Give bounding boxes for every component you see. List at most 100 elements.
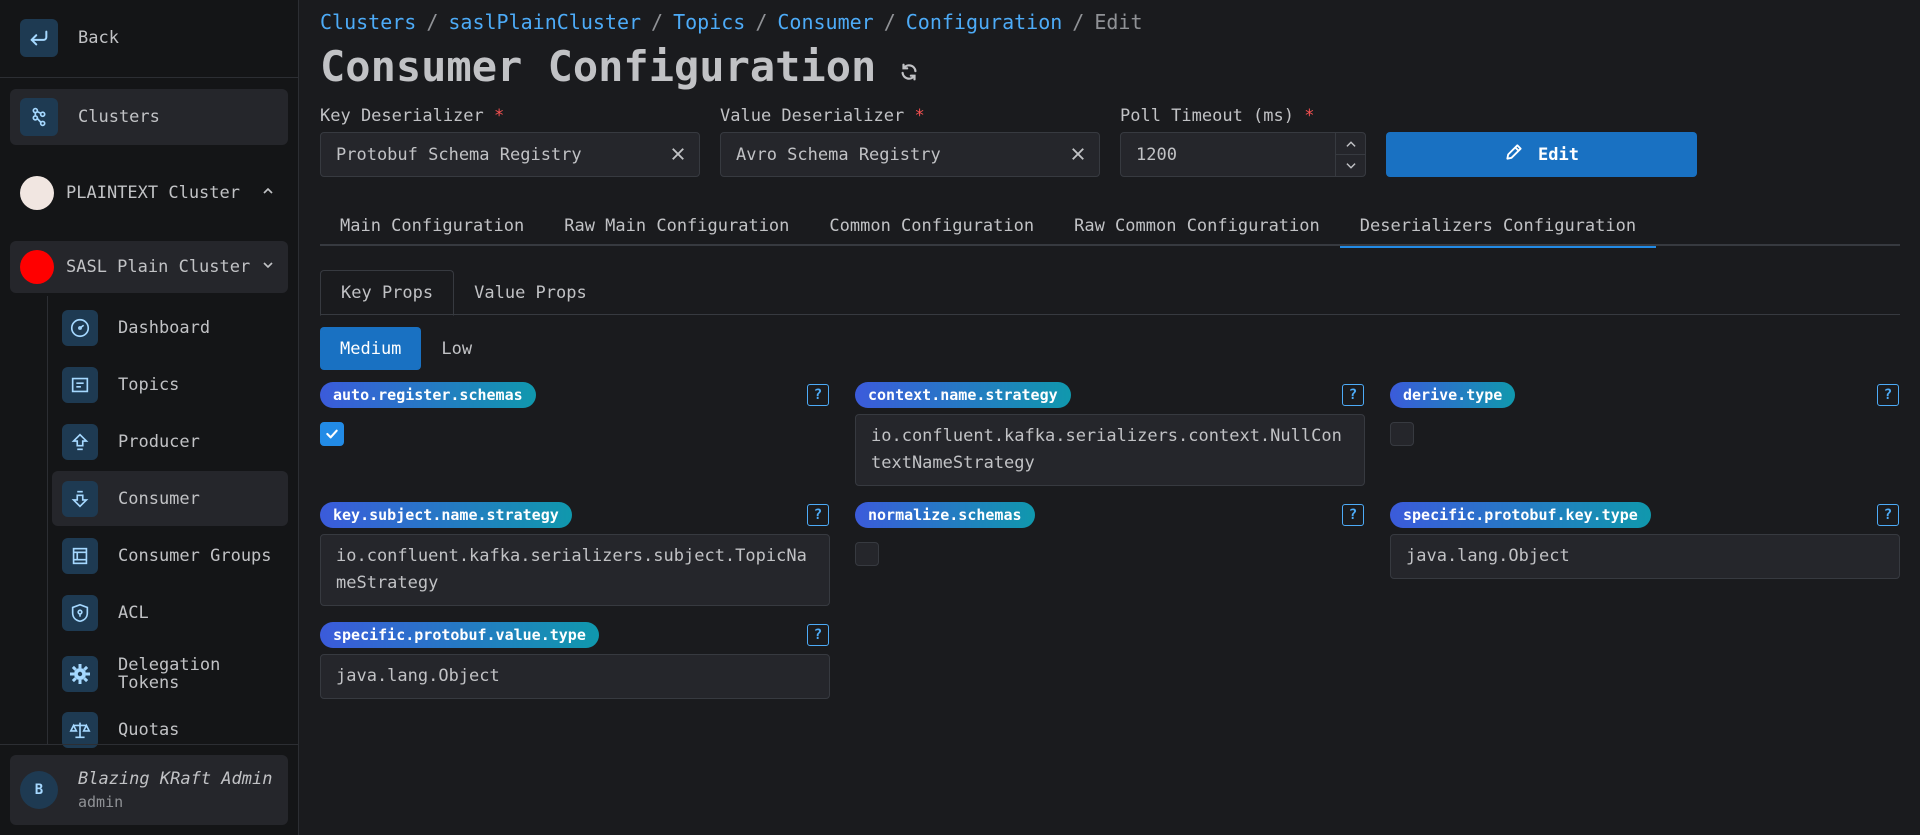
tab-raw-common-configuration[interactable]: Raw Common Configuration xyxy=(1054,206,1340,246)
columns-icon xyxy=(62,537,98,574)
sidebar-item-topics[interactable]: Topics xyxy=(52,357,288,412)
page-title-row: Consumer Configuration xyxy=(320,40,920,93)
breadcrumb-link[interactable]: saslPlainCluster xyxy=(448,10,641,34)
scale-icon xyxy=(62,712,98,748)
sidebar-item-quotas[interactable]: Quotas xyxy=(52,712,288,748)
help-icon[interactable]: ? xyxy=(1342,504,1364,526)
breadcrumb-separator: / xyxy=(426,10,439,34)
sidebar-item-producer[interactable]: Producer xyxy=(52,414,288,469)
prop-specific-protobuf-key-type: specific.protobuf.key.type ? java.lang.O… xyxy=(1390,502,1900,582)
help-icon[interactable]: ? xyxy=(807,624,829,646)
edit-button[interactable]: Edit xyxy=(1386,132,1697,177)
tab-main-configuration[interactable]: Main Configuration xyxy=(320,206,544,246)
file-text-icon xyxy=(62,366,98,403)
sidebar-item-delegation-tokens[interactable]: Delegation Tokens xyxy=(52,646,288,701)
prop-normalize-schemas: normalize.schemas ? xyxy=(855,502,1365,572)
sidebar-item-consumer-groups[interactable]: Consumer Groups xyxy=(52,528,288,583)
sidebar-item-clusters[interactable]: Clusters xyxy=(10,89,288,145)
tab-value-props[interactable]: Value Props xyxy=(454,270,607,315)
sidebar-item-dashboard[interactable]: Dashboard xyxy=(52,300,288,355)
breadcrumb-link[interactable]: Consumer xyxy=(777,10,873,34)
checkbox-checked[interactable] xyxy=(320,422,344,446)
gear-icon xyxy=(62,655,98,692)
tab-key-props[interactable]: Key Props xyxy=(320,270,455,316)
props-subtabs: Key Props Value Props xyxy=(320,270,1900,316)
breadcrumb-separator: / xyxy=(883,10,896,34)
help-icon[interactable]: ? xyxy=(807,384,829,406)
cluster-sasl-plain[interactable]: SASL Plain Cluster xyxy=(10,241,288,293)
back-arrow-icon xyxy=(20,19,58,57)
divider xyxy=(0,77,299,78)
sidebar-item-label: Topics xyxy=(118,374,180,395)
importance-low[interactable]: Low xyxy=(421,327,492,370)
prop-name-badge: normalize.schemas xyxy=(855,502,1035,528)
prop-name-badge: specific.protobuf.value.type xyxy=(320,622,599,648)
help-icon[interactable]: ? xyxy=(807,504,829,526)
sidebar-item-consumer[interactable]: Consumer xyxy=(52,471,288,526)
chevron-down-icon xyxy=(260,257,276,277)
prop-value-input[interactable]: java.lang.Object xyxy=(1390,534,1900,579)
sidebar-item-label: Delegation Tokens xyxy=(118,654,221,693)
prop-name-badge: context.name.strategy xyxy=(855,382,1071,408)
sidebar-item-label: Clusters xyxy=(78,107,160,127)
sidebar-item-label: Dashboard xyxy=(118,317,211,338)
breadcrumb-link[interactable]: Configuration xyxy=(906,10,1063,34)
field-label-text: Key Deserializer xyxy=(320,106,484,126)
help-icon[interactable]: ? xyxy=(1877,504,1899,526)
prop-context-name-strategy: context.name.strategy ? io.confluent.kaf… xyxy=(855,382,1365,486)
help-icon[interactable]: ? xyxy=(1877,384,1899,406)
key-deserializer-label: Key Deserializer * xyxy=(320,106,504,126)
key-deserializer-select[interactable]: Protobuf Schema Registry xyxy=(320,132,700,177)
importance-medium[interactable]: Medium xyxy=(320,327,422,370)
nav-guide-line xyxy=(47,296,48,744)
download-arrow-icon xyxy=(62,480,98,517)
select-value: Protobuf Schema Registry xyxy=(336,144,582,165)
tab-raw-main-configuration[interactable]: Raw Main Configuration xyxy=(544,206,809,246)
help-icon[interactable]: ? xyxy=(1342,384,1364,406)
required-marker: * xyxy=(494,106,505,126)
main-content: Clusters / saslPlainCluster / Topics / C… xyxy=(300,0,1920,835)
value-deserializer-select[interactable]: Avro Schema Registry xyxy=(720,132,1100,177)
poll-timeout-input[interactable]: 1200 xyxy=(1120,132,1366,177)
select-value: Avro Schema Registry xyxy=(736,144,941,165)
user-card[interactable]: B Blazing KRaft Admin admin xyxy=(10,755,288,825)
chevron-up-icon xyxy=(260,183,276,203)
clusters-icon xyxy=(20,98,58,136)
avatar: B xyxy=(20,771,58,809)
prop-name-badge: key.subject.name.strategy xyxy=(320,502,572,528)
sidebar-item-label: Consumer xyxy=(118,488,200,509)
upload-arrow-icon xyxy=(62,423,98,460)
field-label-text: Value Deserializer xyxy=(720,106,905,126)
page-title: Consumer Configuration xyxy=(320,42,877,91)
clear-icon[interactable] xyxy=(669,145,687,168)
user-role: admin xyxy=(78,793,124,811)
tab-common-configuration[interactable]: Common Configuration xyxy=(809,206,1054,246)
number-stepper xyxy=(1335,133,1365,176)
breadcrumb-separator: / xyxy=(651,10,664,34)
tab-deserializers-configuration[interactable]: Deserializers Configuration xyxy=(1339,206,1657,248)
poll-timeout-label: Poll Timeout (ms) * xyxy=(1120,106,1315,126)
back-label: Back xyxy=(78,28,119,48)
value-deserializer-label: Value Deserializer * xyxy=(720,106,925,126)
cluster-plaintext[interactable]: PLAINTEXT Cluster xyxy=(10,167,288,219)
refresh-icon[interactable] xyxy=(898,44,920,93)
prop-value-input[interactable]: io.confluent.kafka.serializers.subject.T… xyxy=(320,534,830,606)
breadcrumb-link[interactable]: Clusters xyxy=(320,10,416,34)
sidebar: Back Clusters PLAINTEXT Cluster SASL Pla… xyxy=(0,0,299,835)
prop-key-subject-name-strategy: key.subject.name.strategy ? io.confluent… xyxy=(320,502,830,606)
prop-value-input[interactable]: io.confluent.kafka.serializers.context.N… xyxy=(855,414,1365,486)
cluster-color-dot xyxy=(20,176,54,210)
clear-icon[interactable] xyxy=(1069,145,1087,168)
prop-value-input[interactable]: java.lang.Object xyxy=(320,654,830,699)
required-marker: * xyxy=(1304,106,1315,126)
back-button[interactable]: Back xyxy=(10,14,290,62)
sidebar-item-label: Consumer Groups xyxy=(118,545,272,566)
checkbox-unchecked[interactable] xyxy=(855,542,879,566)
stepper-down-icon[interactable] xyxy=(1336,155,1365,176)
sidebar-item-acl[interactable]: ACL xyxy=(52,585,288,640)
importance-segmented-control: Medium Low xyxy=(320,327,492,370)
sidebar-item-label: Quotas xyxy=(118,720,180,740)
breadcrumb-link[interactable]: Topics xyxy=(673,10,745,34)
checkbox-unchecked[interactable] xyxy=(1390,422,1414,446)
stepper-up-icon[interactable] xyxy=(1336,133,1365,155)
